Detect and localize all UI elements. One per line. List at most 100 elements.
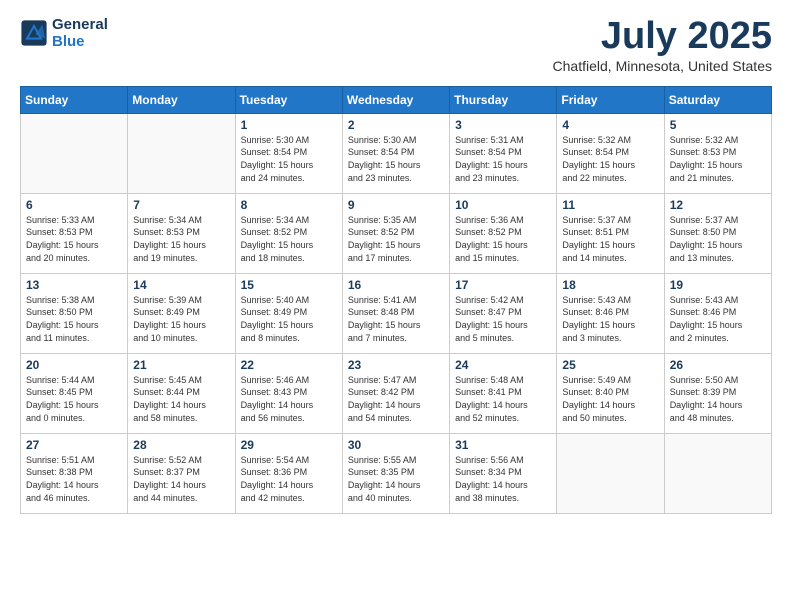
day-number: 11 xyxy=(562,198,658,212)
day-number: 28 xyxy=(133,438,229,452)
calendar-cell: 18 Sunrise: 5:43 AM Sunset: 8:46 PM Dayli… xyxy=(557,273,664,353)
calendar-cell: 5Sunrise: 5:32 AM Sunset: 8:53 PM Daylig… xyxy=(664,113,771,193)
day-number: 2 xyxy=(348,118,444,132)
day-number: 26 xyxy=(670,358,766,372)
calendar-cell: 19 Sunrise: 5:43 AM Sunset: 8:46 PM Dayli… xyxy=(664,273,771,353)
calendar-cell: 13Sunrise: 5:38 AM Sunset: 8:50 PM Dayli… xyxy=(21,273,128,353)
logo-icon xyxy=(20,19,48,47)
calendar-cell xyxy=(128,113,235,193)
day-number: 12 xyxy=(670,198,766,212)
day-info: Sunrise: 5:30 AM Sunset: 8:54 PM Dayligh… xyxy=(241,134,337,184)
calendar-cell: 16 Sunrise: 5:41 AM Sunset: 8:48 PM Dayli… xyxy=(342,273,449,353)
day-number: 23 xyxy=(348,358,444,372)
calendar-cell: 11 Sunrise: 5:37 AM Sunset: 8:51 PM Dayli… xyxy=(557,193,664,273)
calendar-cell: 2 Sunrise: 5:30 AM Sunset: 8:54 PM Daylig… xyxy=(342,113,449,193)
day-info: Sunrise: 5:40 AM Sunset: 8:49 PM Dayligh… xyxy=(241,294,337,344)
day-number: 21 xyxy=(133,358,229,372)
day-number: 19 xyxy=(670,278,766,292)
day-info: Sunrise: 5:50 AM Sunset: 8:39 PM Dayligh… xyxy=(670,374,766,424)
day-info: Sunrise: 5:45 AM Sunset: 8:44 PM Dayligh… xyxy=(133,374,229,424)
day-number: 29 xyxy=(241,438,337,452)
day-info: Sunrise: 5:32 AM Sunset: 8:53 PM Dayligh… xyxy=(670,134,766,184)
day-info: Sunrise: 5:49 AM Sunset: 8:40 PM Dayligh… xyxy=(562,374,658,424)
day-info: Sunrise: 5:44 AM Sunset: 8:45 PM Dayligh… xyxy=(26,374,122,424)
weekday-header: Thursday xyxy=(450,86,557,113)
calendar-cell: 23 Sunrise: 5:47 AM Sunset: 8:42 PM Dayli… xyxy=(342,353,449,433)
day-info: Sunrise: 5:55 AM Sunset: 8:35 PM Dayligh… xyxy=(348,454,444,504)
day-number: 9 xyxy=(348,198,444,212)
weekday-header: Monday xyxy=(128,86,235,113)
day-number: 17 xyxy=(455,278,551,292)
day-info: Sunrise: 5:51 AM Sunset: 8:38 PM Dayligh… xyxy=(26,454,122,504)
day-info: Sunrise: 5:32 AM Sunset: 8:54 PM Dayligh… xyxy=(562,134,658,184)
weekday-header: Sunday xyxy=(21,86,128,113)
day-number: 7 xyxy=(133,198,229,212)
calendar-cell: 29 Sunrise: 5:54 AM Sunset: 8:36 PM Dayli… xyxy=(235,433,342,513)
title-block: July 2025 Chatfield, Minnesota, United S… xyxy=(553,16,772,74)
calendar-cell: 22Sunrise: 5:46 AM Sunset: 8:43 PM Dayli… xyxy=(235,353,342,433)
calendar-cell: 8Sunrise: 5:34 AM Sunset: 8:52 PM Daylig… xyxy=(235,193,342,273)
day-info: Sunrise: 5:37 AM Sunset: 8:51 PM Dayligh… xyxy=(562,214,658,264)
weekday-header: Wednesday xyxy=(342,86,449,113)
calendar-cell: 4 Sunrise: 5:32 AM Sunset: 8:54 PM Daylig… xyxy=(557,113,664,193)
calendar-cell: 6 Sunrise: 5:33 AM Sunset: 8:53 PM Daylig… xyxy=(21,193,128,273)
calendar-cell: 27 Sunrise: 5:51 AM Sunset: 8:38 PM Dayli… xyxy=(21,433,128,513)
day-info: Sunrise: 5:48 AM Sunset: 8:41 PM Dayligh… xyxy=(455,374,551,424)
day-info: Sunrise: 5:46 AM Sunset: 8:43 PM Dayligh… xyxy=(241,374,337,424)
day-info: Sunrise: 5:34 AM Sunset: 8:52 PM Dayligh… xyxy=(241,214,337,264)
calendar-cell: 1Sunrise: 5:30 AM Sunset: 8:54 PM Daylig… xyxy=(235,113,342,193)
day-info: Sunrise: 5:30 AM Sunset: 8:54 PM Dayligh… xyxy=(348,134,444,184)
calendar-cell: 21 Sunrise: 5:45 AM Sunset: 8:44 PM Dayli… xyxy=(128,353,235,433)
week-row: 27 Sunrise: 5:51 AM Sunset: 8:38 PM Dayli… xyxy=(21,433,772,513)
day-number: 4 xyxy=(562,118,658,132)
day-info: Sunrise: 5:35 AM Sunset: 8:52 PM Dayligh… xyxy=(348,214,444,264)
weekday-header: Saturday xyxy=(664,86,771,113)
weekday-header: Friday xyxy=(557,86,664,113)
calendar-cell: 30 Sunrise: 5:55 AM Sunset: 8:35 PM Dayli… xyxy=(342,433,449,513)
calendar-cell xyxy=(664,433,771,513)
calendar-table: SundayMondayTuesdayWednesdayThursdayFrid… xyxy=(20,86,772,514)
day-number: 25 xyxy=(562,358,658,372)
calendar-cell: 20 Sunrise: 5:44 AM Sunset: 8:45 PM Dayli… xyxy=(21,353,128,433)
day-number: 31 xyxy=(455,438,551,452)
day-number: 20 xyxy=(26,358,122,372)
calendar-cell: 25 Sunrise: 5:49 AM Sunset: 8:40 PM Dayli… xyxy=(557,353,664,433)
calendar-cell: 17Sunrise: 5:42 AM Sunset: 8:47 PM Dayli… xyxy=(450,273,557,353)
day-number: 6 xyxy=(26,198,122,212)
day-info: Sunrise: 5:34 AM Sunset: 8:53 PM Dayligh… xyxy=(133,214,229,264)
calendar-cell: 26 Sunrise: 5:50 AM Sunset: 8:39 PM Dayli… xyxy=(664,353,771,433)
day-info: Sunrise: 5:36 AM Sunset: 8:52 PM Dayligh… xyxy=(455,214,551,264)
day-info: Sunrise: 5:56 AM Sunset: 8:34 PM Dayligh… xyxy=(455,454,551,504)
day-info: Sunrise: 5:37 AM Sunset: 8:50 PM Dayligh… xyxy=(670,214,766,264)
day-info: Sunrise: 5:54 AM Sunset: 8:36 PM Dayligh… xyxy=(241,454,337,504)
day-info: Sunrise: 5:31 AM Sunset: 8:54 PM Dayligh… xyxy=(455,134,551,184)
day-info: Sunrise: 5:33 AM Sunset: 8:53 PM Dayligh… xyxy=(26,214,122,264)
logo-text: General Blue xyxy=(52,16,108,50)
day-number: 16 xyxy=(348,278,444,292)
week-row: 6 Sunrise: 5:33 AM Sunset: 8:53 PM Daylig… xyxy=(21,193,772,273)
day-info: Sunrise: 5:43 AM Sunset: 8:46 PM Dayligh… xyxy=(670,294,766,344)
week-row: 1Sunrise: 5:30 AM Sunset: 8:54 PM Daylig… xyxy=(21,113,772,193)
calendar-cell: 15Sunrise: 5:40 AM Sunset: 8:49 PM Dayli… xyxy=(235,273,342,353)
day-number: 27 xyxy=(26,438,122,452)
calendar-cell: 14Sunrise: 5:39 AM Sunset: 8:49 PM Dayli… xyxy=(128,273,235,353)
day-number: 30 xyxy=(348,438,444,452)
day-number: 24 xyxy=(455,358,551,372)
calendar-cell: 7 Sunrise: 5:34 AM Sunset: 8:53 PM Daylig… xyxy=(128,193,235,273)
day-info: Sunrise: 5:41 AM Sunset: 8:48 PM Dayligh… xyxy=(348,294,444,344)
day-info: Sunrise: 5:52 AM Sunset: 8:37 PM Dayligh… xyxy=(133,454,229,504)
day-number: 13 xyxy=(26,278,122,292)
week-row: 13Sunrise: 5:38 AM Sunset: 8:50 PM Dayli… xyxy=(21,273,772,353)
calendar-cell: 3 Sunrise: 5:31 AM Sunset: 8:54 PM Daylig… xyxy=(450,113,557,193)
calendar-cell: 10Sunrise: 5:36 AM Sunset: 8:52 PM Dayli… xyxy=(450,193,557,273)
day-number: 3 xyxy=(455,118,551,132)
main-title: July 2025 xyxy=(553,16,772,58)
calendar-cell: 24 Sunrise: 5:48 AM Sunset: 8:41 PM Dayli… xyxy=(450,353,557,433)
day-info: Sunrise: 5:39 AM Sunset: 8:49 PM Dayligh… xyxy=(133,294,229,344)
day-info: Sunrise: 5:47 AM Sunset: 8:42 PM Dayligh… xyxy=(348,374,444,424)
day-number: 18 xyxy=(562,278,658,292)
calendar-cell: 9 Sunrise: 5:35 AM Sunset: 8:52 PM Daylig… xyxy=(342,193,449,273)
day-info: Sunrise: 5:43 AM Sunset: 8:46 PM Dayligh… xyxy=(562,294,658,344)
weekday-header-row: SundayMondayTuesdayWednesdayThursdayFrid… xyxy=(21,86,772,113)
calendar-cell xyxy=(21,113,128,193)
